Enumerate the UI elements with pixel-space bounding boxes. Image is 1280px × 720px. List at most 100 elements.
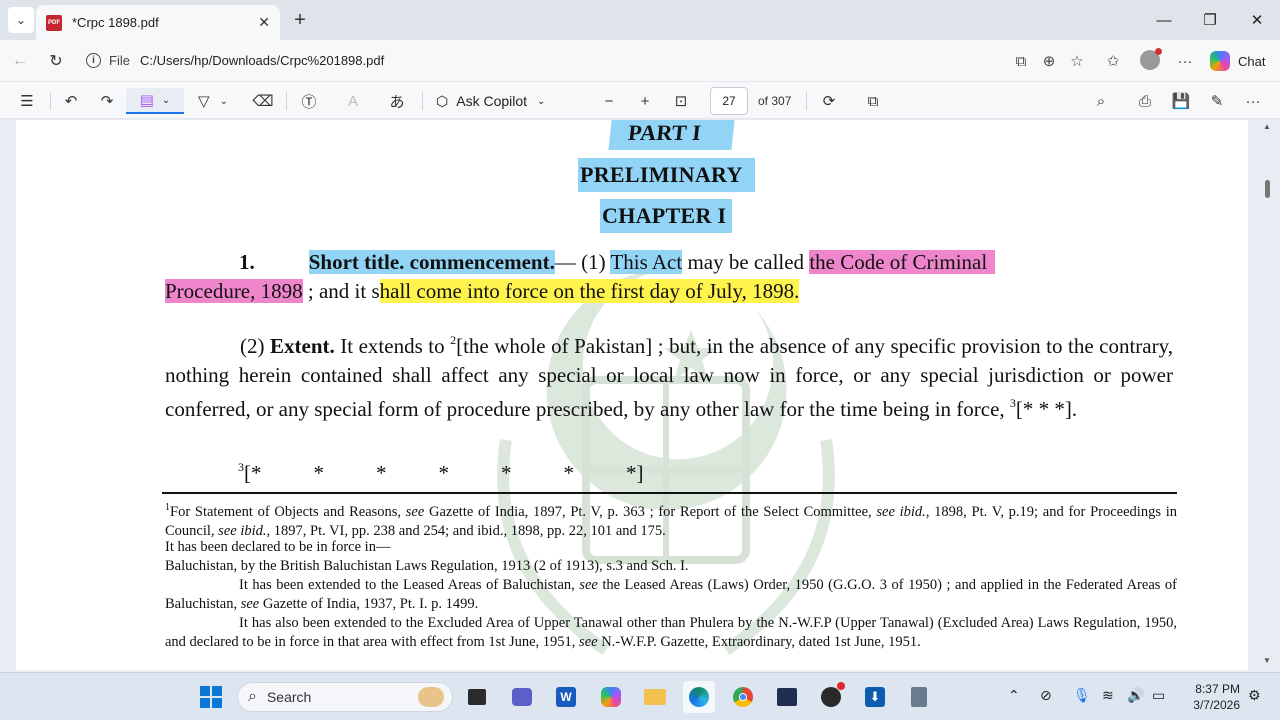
download-app-icon[interactable]: ⬇ <box>859 681 891 713</box>
start-button[interactable] <box>195 681 227 713</box>
zoom-icon[interactable]: ⊕ <box>1037 49 1061 73</box>
tab-title: *Crpc 1898.pdf <box>72 15 159 30</box>
app-icon[interactable] <box>815 681 847 713</box>
show-hidden-icons-icon[interactable]: ⌃ <box>1008 687 1020 704</box>
toolbar-divider <box>806 92 807 110</box>
section-number: 1. <box>239 250 255 274</box>
back-icon[interactable]: ← <box>8 49 32 73</box>
clock[interactable]: 8:37 PM 3/7/2026 <box>1190 681 1240 713</box>
zoom-out-icon[interactable]: − <box>596 88 622 114</box>
s2-text-a: It extends to <box>334 334 451 358</box>
close-window-icon[interactable]: ✕ <box>1245 8 1269 32</box>
pdf-viewport[interactable]: PART I PRELIMINARY CHAPTER I 1. Short tit… <box>0 120 1280 670</box>
eraser-icon[interactable]: ⌫ <box>250 88 276 114</box>
edge-icon[interactable] <box>683 681 715 713</box>
toolbar-divider <box>422 92 423 110</box>
save-icon[interactable]: 💾 <box>1168 88 1194 114</box>
favorites-icon[interactable]: ✩ <box>1101 49 1125 73</box>
footnote-upper-tanawal: It has also been extended to the Exclude… <box>165 614 1177 652</box>
page-view-icon[interactable]: ⧉ <box>860 88 886 114</box>
footnote-declared: It has been declared to be in force in— <box>165 539 391 555</box>
file-explorer-dark-icon[interactable] <box>461 681 493 713</box>
restore-icon[interactable]: ❐ <box>1198 8 1222 32</box>
print-icon[interactable]: ⎙ <box>1132 88 1158 114</box>
more-options-icon[interactable]: ··· <box>1240 88 1266 114</box>
pdf-toolbar: ☰ ↶ ↷ ▤ ⌄ ▽ ⌄ ⌫ Ⓣ A あ ⬡ Ask Copilot ⌄ − … <box>0 81 1280 119</box>
chat-button[interactable]: Chat <box>1210 49 1265 73</box>
ask-copilot-button[interactable]: ⬡ Ask Copilot ⌄ <box>436 88 545 114</box>
taskbar-search[interactable]: ⌕ Search <box>237 682 453 712</box>
folder-icon[interactable] <box>639 681 671 713</box>
more-options-icon[interactable]: ··· <box>1173 49 1197 73</box>
wifi-icon[interactable]: ≋ <box>1102 687 1114 704</box>
preliminary-heading: PRELIMINARY <box>578 158 755 192</box>
contents-icon[interactable]: ☰ <box>14 88 40 114</box>
tab-actions-menu[interactable]: ⌄ <box>8 7 34 33</box>
star: * <box>313 461 325 485</box>
volume-icon[interactable]: 🔊 <box>1127 687 1144 704</box>
text-format-icon: A <box>347 92 358 110</box>
highlighter-icon: ▤ <box>139 92 154 109</box>
scroll-down-icon[interactable]: ▼ <box>1262 656 1272 665</box>
redo-icon[interactable]: ↷ <box>94 88 120 114</box>
page-number-input[interactable]: 27 <box>710 87 748 115</box>
url-text: C:/Users/hp/Downloads/Crpc%201898.pdf <box>139 53 385 68</box>
star: * <box>563 461 575 485</box>
calculator-icon[interactable] <box>903 681 935 713</box>
section-title: Short title. commencement. <box>308 250 555 274</box>
undo-icon[interactable]: ↶ <box>58 88 84 114</box>
search-icon[interactable]: ⌕ <box>1088 88 1114 114</box>
toolbar-divider <box>50 92 51 110</box>
scroll-up-icon[interactable]: ▲ <box>1262 122 1272 131</box>
notifications-icon[interactable]: ⚙ <box>1248 687 1261 704</box>
translate-icon[interactable]: あ <box>384 88 410 114</box>
new-tab-icon[interactable]: + <box>288 8 312 32</box>
highlight-button[interactable]: ▤ ⌄ <box>126 88 184 114</box>
footnote-see: see <box>218 523 237 540</box>
fit-page-icon[interactable]: ⊡ <box>668 88 694 114</box>
page-total: of 307 <box>758 94 792 108</box>
save-as-icon[interactable]: ✎ <box>1204 88 1230 114</box>
star: * <box>438 461 450 485</box>
pdf-page[interactable]: PART I PRELIMINARY CHAPTER I 1. Short tit… <box>16 120 1248 670</box>
add-text-icon[interactable]: Ⓣ <box>296 88 322 114</box>
browser-tab[interactable]: PDF *Crpc 1898.pdf ✕ <box>36 5 280 40</box>
tab-bar: ⌄ PDF *Crpc 1898.pdf ✕ + — ❐ ✕ <box>0 0 1280 40</box>
s1-semicolon: ; and it s <box>302 278 380 303</box>
close-tab-icon[interactable]: ✕ <box>258 14 270 31</box>
ask-copilot-label: Ask Copilot <box>456 93 528 109</box>
commencement-highlight: hall come into force on the first day of… <box>379 278 800 303</box>
copilot-app-icon[interactable] <box>595 681 627 713</box>
chapter-heading: CHAPTER I <box>600 199 733 233</box>
minimize-icon[interactable]: — <box>1152 8 1176 32</box>
stars-close: *] <box>626 461 644 485</box>
pdf-file-icon: PDF <box>46 14 62 31</box>
footnote-1: 1For Statement of Objects and Reasons, s… <box>165 498 1177 541</box>
footnote-see: see <box>405 504 425 520</box>
battery-icon[interactable]: ▭ <box>1152 687 1165 704</box>
notification-dot <box>1155 48 1162 55</box>
footnote-see: see <box>579 634 598 651</box>
rotate-icon[interactable]: ⟳ <box>816 88 842 114</box>
refresh-icon[interactable]: ↻ <box>44 49 68 73</box>
footnote-divider <box>162 492 1177 494</box>
draw-button[interactable]: ▽ ⌄ <box>190 88 236 114</box>
network-off-icon[interactable]: ⊘ <box>1040 687 1052 704</box>
word-icon[interactable]: W <box>550 681 582 713</box>
vertical-scrollbar[interactable]: ▲ ▼ <box>1262 120 1272 668</box>
footnote-ibid: ibid. <box>240 523 267 540</box>
teams-icon[interactable] <box>506 681 538 713</box>
scroll-thumb[interactable] <box>1265 180 1270 198</box>
store-icon[interactable] <box>771 681 803 713</box>
zoom-in-icon[interactable]: + <box>632 88 658 114</box>
read-aloud-icon[interactable]: ⧉ <box>1009 49 1033 73</box>
footnote-text: N.-W.F.P. Gazette, Extraordinary, dated … <box>597 634 921 651</box>
s2-title: Extent. <box>270 334 335 358</box>
chrome-icon[interactable] <box>727 681 759 713</box>
info-icon[interactable]: i <box>86 53 101 68</box>
url-field[interactable]: i File C:/Users/hp/Downloads/Crpc%201898… <box>78 45 1100 76</box>
microphone-icon[interactable]: 🎙 <box>1073 687 1091 704</box>
code-name-highlight-1: the Code of Criminal <box>809 250 996 274</box>
favorite-star-icon[interactable]: ☆ <box>1065 49 1089 73</box>
section-2-paragraph: (2) Extent. It extends to 2[the whole of… <box>165 326 1173 424</box>
